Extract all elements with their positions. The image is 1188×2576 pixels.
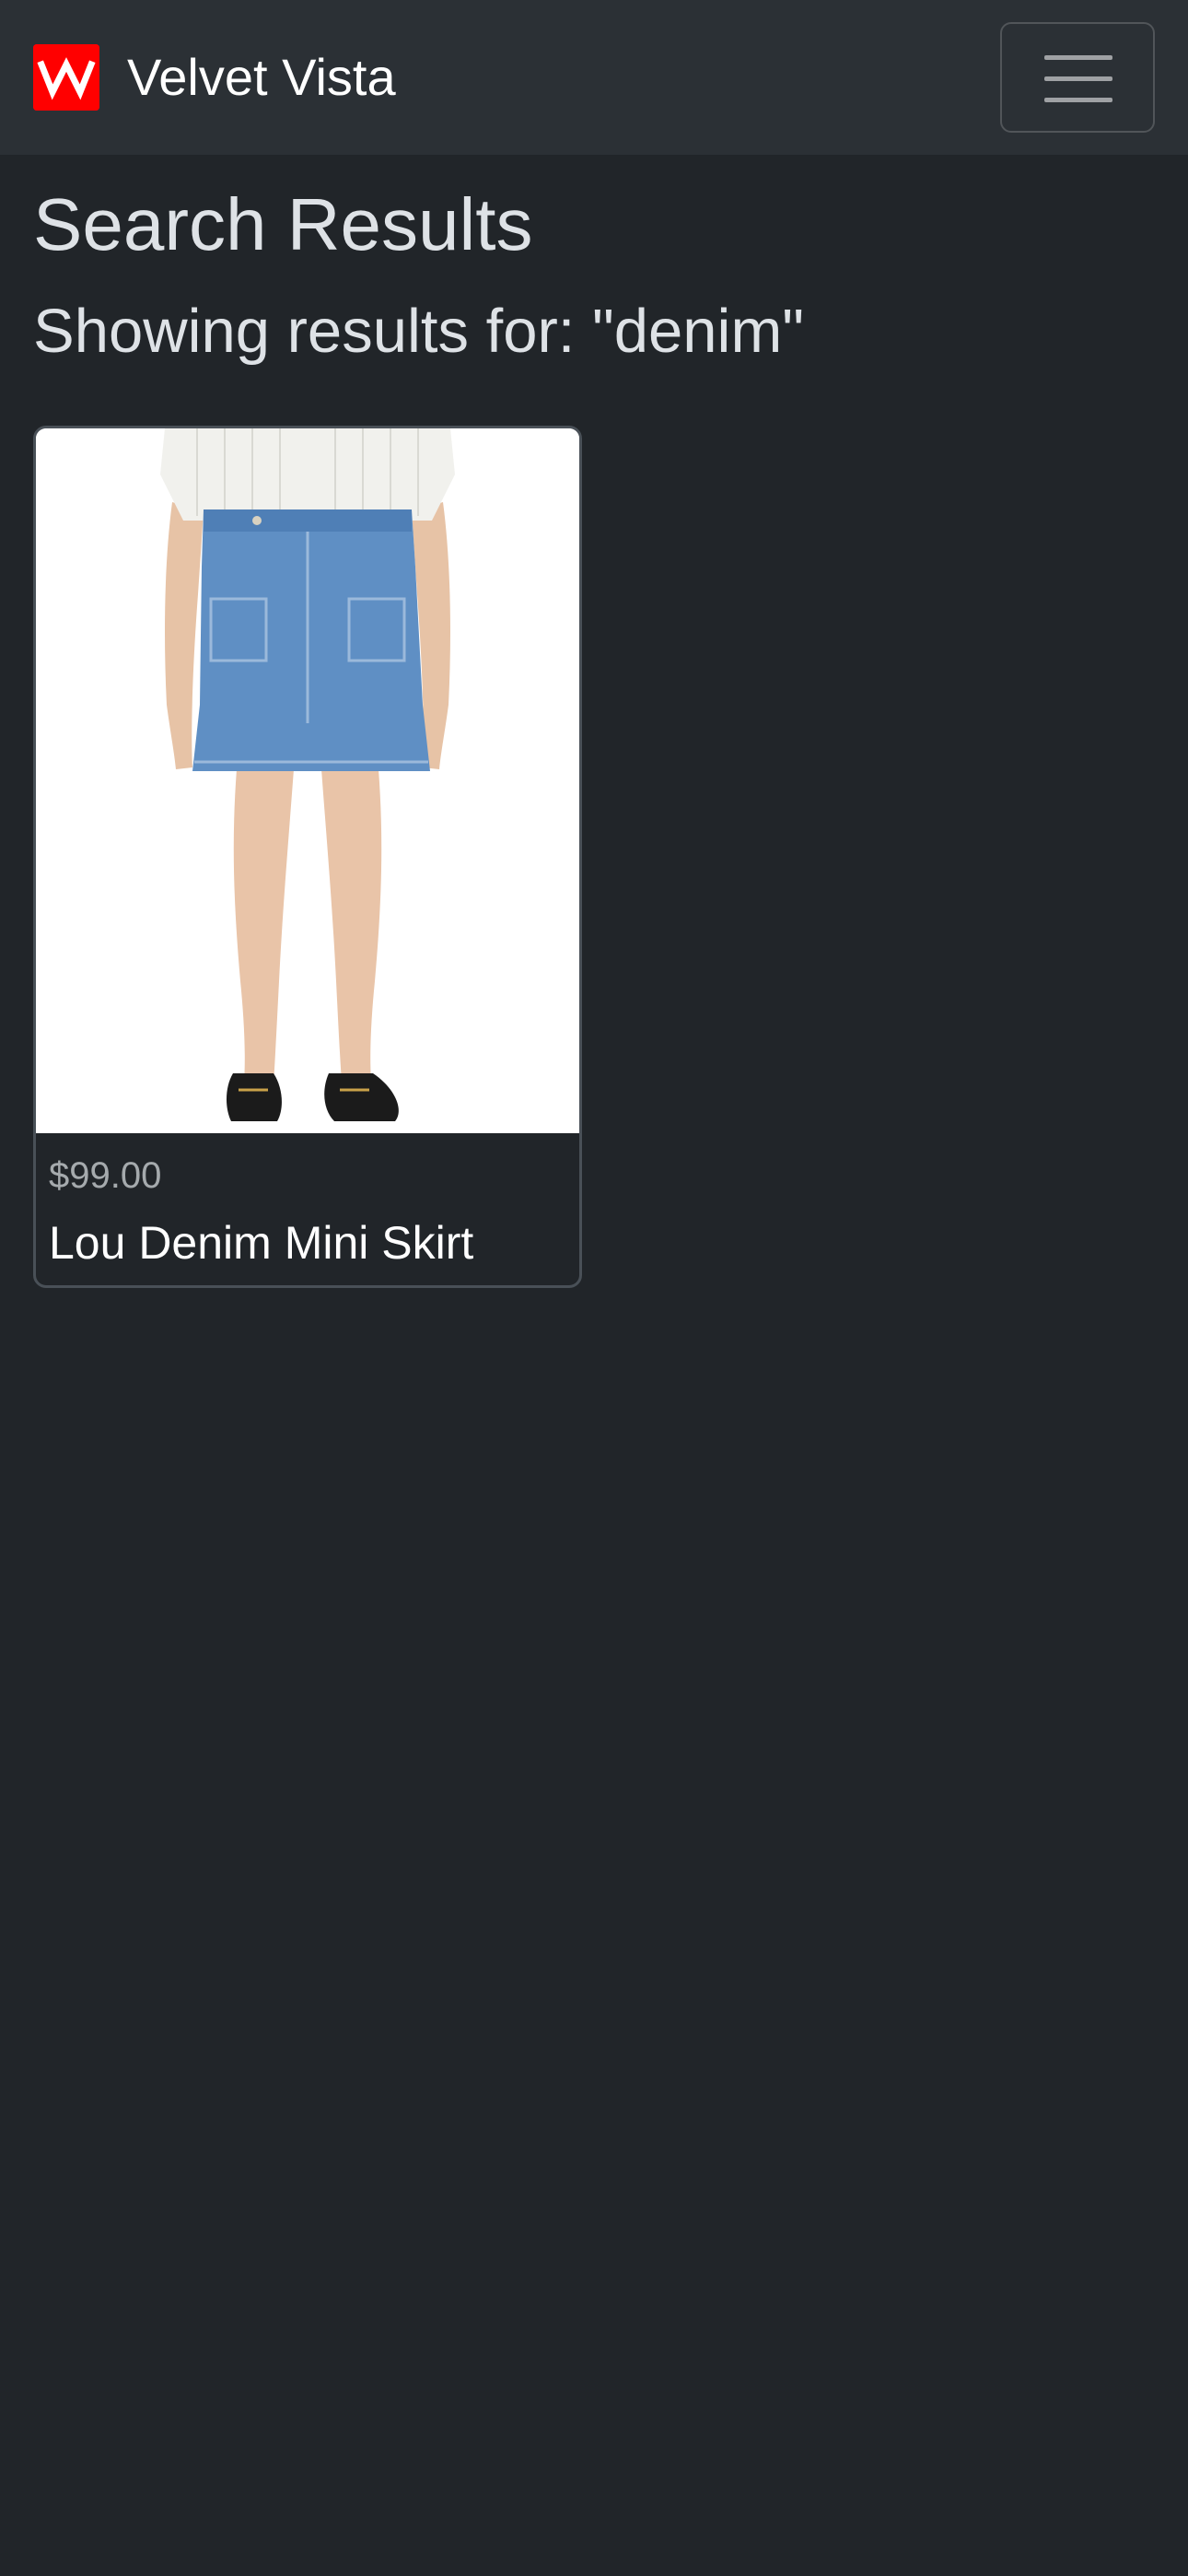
product-price: $99.00	[49, 1155, 162, 1196]
velvet-vista-logo-icon	[33, 44, 99, 111]
navbar: Velvet Vista	[0, 0, 1188, 155]
denim-skirt-product-photo[interactable]	[36, 428, 579, 1133]
navbar-toggle-button[interactable]	[1000, 22, 1155, 133]
product-card[interactable]: $99.00 Lou Denim Mini Skirt	[33, 426, 582, 1288]
search-query-heading: Showing results for: "denim"	[33, 297, 805, 366]
brand-name: Velvet Vista	[127, 48, 396, 106]
product-name[interactable]: Lou Denim Mini Skirt	[49, 1213, 473, 1272]
page-title: Search Results	[33, 183, 533, 265]
brand-link[interactable]: Velvet Vista	[33, 44, 396, 111]
